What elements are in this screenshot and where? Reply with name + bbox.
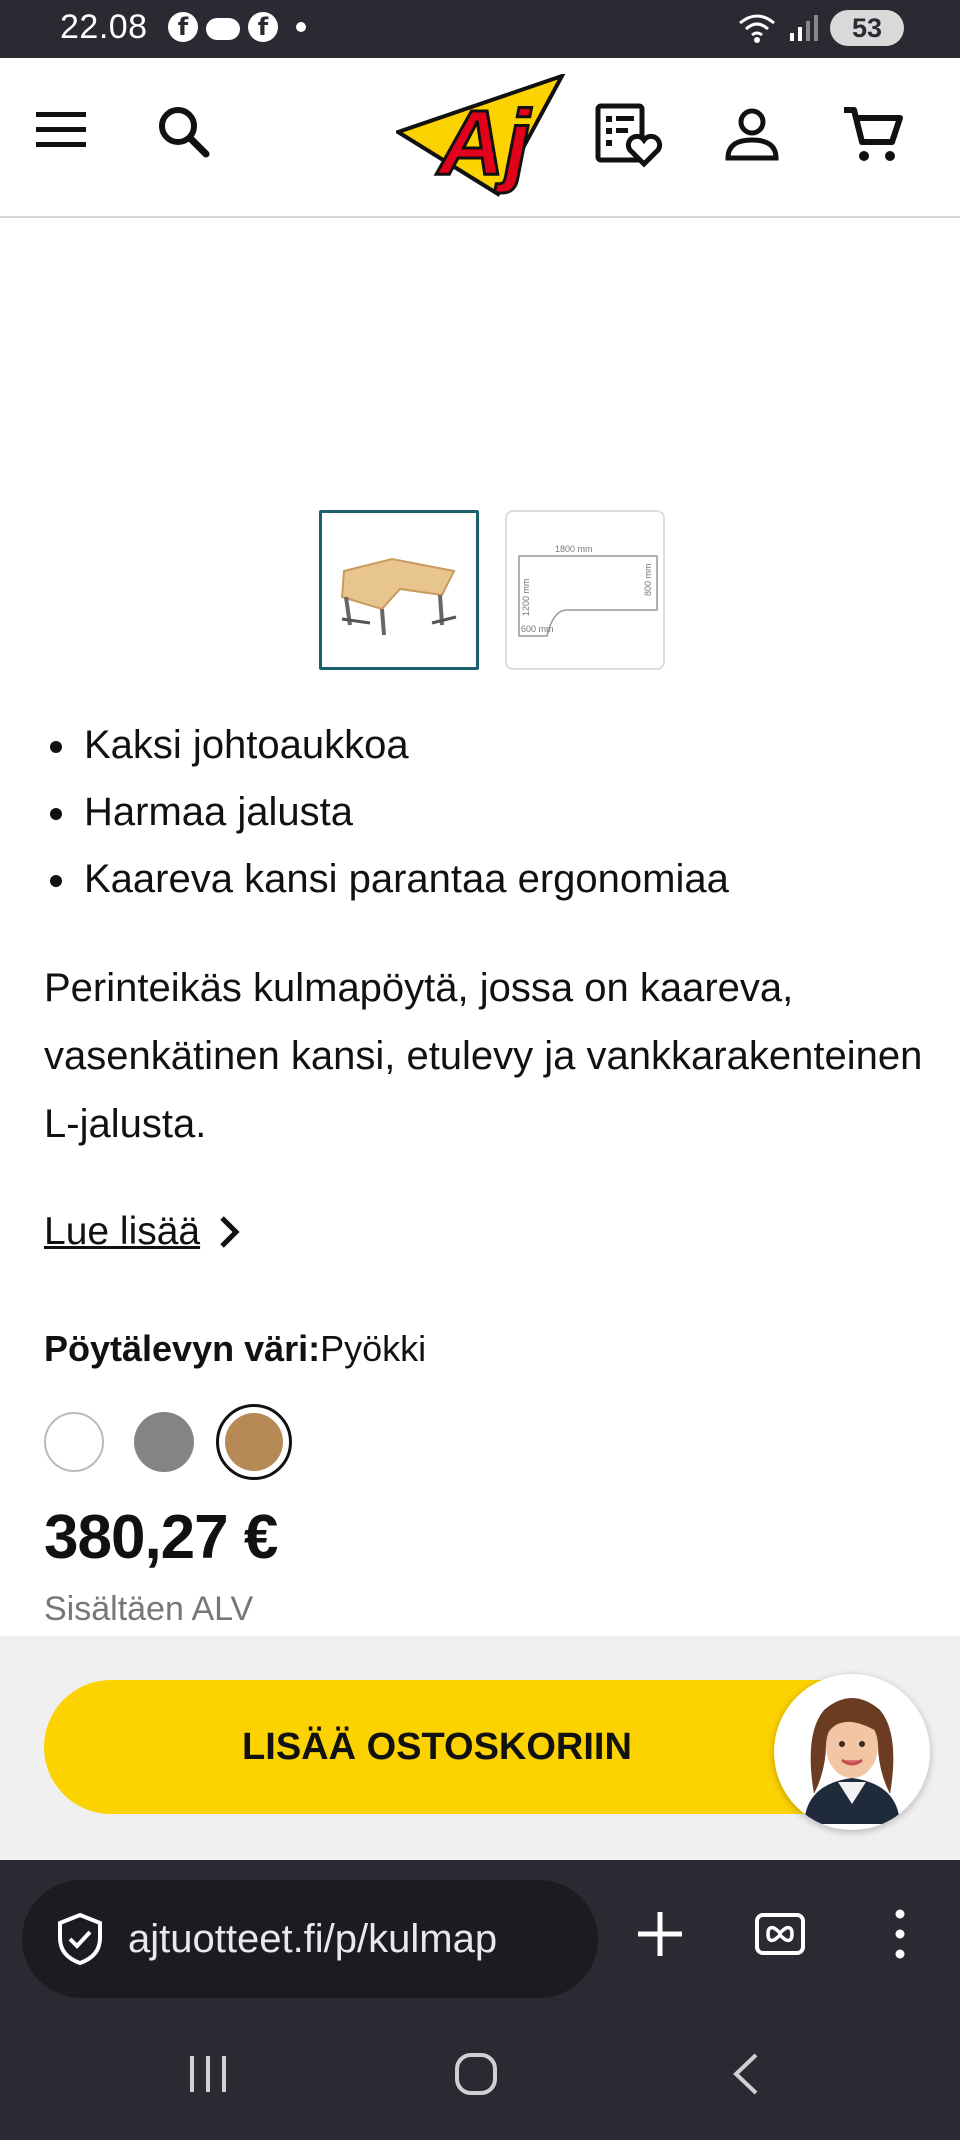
color-label: Pöytälevyn väri: [44, 1328, 321, 1369]
assistant-portrait-icon [804, 1698, 900, 1824]
svg-text:600 mm: 600 mm [521, 624, 554, 634]
new-tab-icon[interactable] [636, 1910, 684, 1958]
svg-text:800 mm: 800 mm [643, 563, 653, 596]
read-more-link[interactable]: Lue lisää [44, 1210, 242, 1254]
swatch-white[interactable] [44, 1412, 104, 1472]
browser-toolbar: ajtuotteet.fi/p/kulmap [0, 1860, 960, 2010]
svg-text:1800 mm: 1800 mm [555, 544, 593, 554]
status-time: 22.08 [60, 8, 148, 46]
product-image-area[interactable] [0, 218, 960, 508]
home-icon[interactable] [454, 2052, 498, 2096]
feature-list: Kaksi johtoaukkoa Harmaa jalusta Kaareva… [44, 712, 729, 913]
tabs-overview-icon[interactable] [754, 1912, 806, 1956]
battery-indicator: 53 [830, 10, 904, 46]
color-value: Pyökki [320, 1328, 427, 1369]
color-swatches [44, 1404, 292, 1480]
vat-note: Sisältäen ALV [44, 1590, 254, 1628]
read-more-label: Lue lisää [44, 1210, 201, 1253]
notification-dot-icon [296, 22, 306, 32]
swatch-grey[interactable] [134, 1412, 194, 1472]
cloud-icon [206, 18, 240, 40]
shield-icon[interactable] [56, 1912, 104, 1966]
menu-icon[interactable] [34, 108, 90, 152]
site-header: Aj [0, 58, 960, 218]
chat-assistant-avatar[interactable] [774, 1674, 930, 1830]
aj-logo[interactable]: Aj [393, 72, 567, 198]
dimensions-drawing: 1800 mm 800 mm 1200 mm 600 mm [518, 544, 658, 637]
product-price: 380,27 € [44, 1503, 278, 1572]
thumbnail-gallery: 1800 mm 800 mm 1200 mm 600 mm [319, 510, 665, 670]
svg-text:1200 mm: 1200 mm [521, 578, 531, 616]
swatch-beech-selected[interactable] [216, 1404, 292, 1480]
chevron-right-icon [220, 1216, 240, 1248]
address-bar[interactable]: ajtuotteet.fi/p/kulmap [22, 1880, 598, 1998]
color-selector-label: Pöytälevyn väri:Pyökki [44, 1328, 426, 1370]
wifi-icon [739, 14, 775, 43]
account-icon[interactable] [724, 106, 780, 162]
signal-icon [790, 15, 818, 41]
product-description: Perinteikäs kulmapöytä, jossa on kaareva… [44, 966, 923, 1146]
status-bar: 22.08 f f 53 [0, 0, 960, 58]
thumbnail-desk-photo[interactable] [319, 510, 479, 670]
list-item: Kaareva kansi parantaa ergonomiaa [80, 846, 729, 913]
facebook-icon: f [168, 12, 198, 42]
system-nav-bar [0, 2010, 960, 2140]
logo-text: Aj [436, 92, 532, 194]
wishlist-icon[interactable] [594, 102, 664, 168]
list-item: Kaksi johtoaukkoa [80, 712, 729, 779]
url-text[interactable]: ajtuotteet.fi/p/kulmap [128, 1917, 497, 1962]
back-icon[interactable] [730, 2052, 760, 2096]
list-item: Harmaa jalusta [80, 779, 729, 846]
facebook-icon: f [248, 12, 278, 42]
desk-illustration [340, 557, 457, 636]
swatch-beech [225, 1413, 283, 1471]
cart-icon[interactable] [842, 104, 904, 164]
recent-apps-icon[interactable] [186, 2054, 230, 2094]
thumbnail-dimensions-drawing[interactable]: 1800 mm 800 mm 1200 mm 600 mm [505, 510, 665, 670]
search-icon[interactable] [156, 104, 212, 160]
add-to-cart-bar: LISÄÄ OSTOSKORIIN [0, 1636, 960, 1860]
more-options-icon[interactable] [892, 1908, 908, 1960]
